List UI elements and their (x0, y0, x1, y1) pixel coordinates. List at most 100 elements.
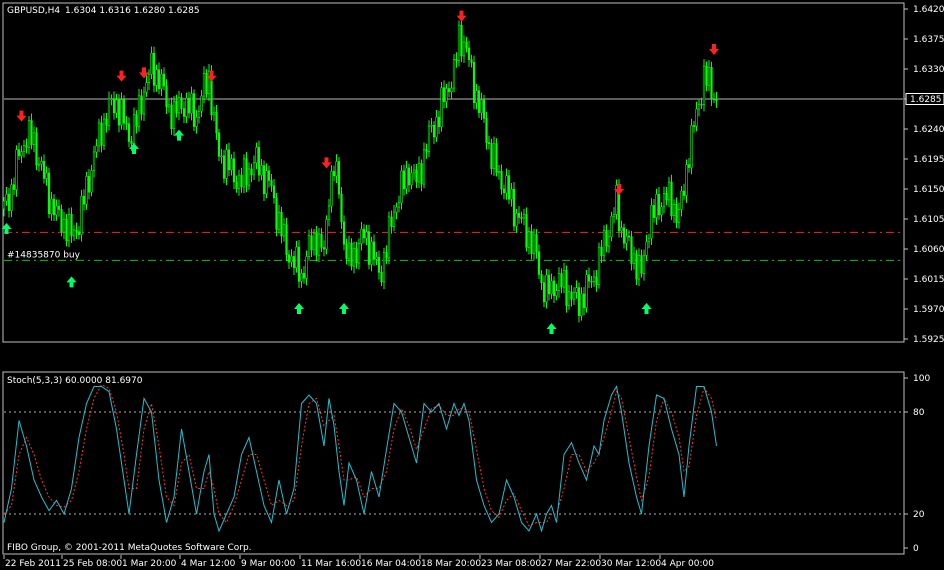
candle-body (527, 231, 531, 248)
candle-body (685, 164, 688, 196)
candle-body (460, 24, 463, 57)
candle-body (275, 197, 278, 230)
candle-body (510, 188, 513, 200)
candle-body (310, 235, 313, 251)
candle-body (320, 233, 323, 248)
candle-body (397, 202, 401, 208)
candle-body (637, 255, 641, 280)
candle-body (437, 116, 441, 128)
candle-body (315, 232, 318, 256)
candle-body (472, 61, 476, 104)
candle-body (710, 67, 713, 100)
candle-body (410, 172, 413, 186)
candle-body (597, 246, 601, 285)
candle-body (377, 256, 381, 273)
candle-body (392, 211, 396, 228)
candle-body (357, 243, 361, 264)
candle-body (150, 52, 153, 75)
candle-body (440, 87, 443, 128)
candle-body (350, 242, 353, 267)
candle-body (537, 251, 541, 275)
candle-body (75, 229, 78, 232)
candle-body (177, 97, 181, 114)
candle-body (125, 122, 128, 125)
candle-body (190, 93, 193, 114)
price-tick-label: 1.5970 (913, 305, 944, 315)
candle-body (155, 69, 158, 86)
candle-body (632, 253, 636, 264)
candle-body (512, 188, 516, 227)
candle-body (630, 236, 633, 264)
candle-body (302, 273, 306, 279)
candle-body (625, 235, 628, 244)
candle-body (37, 163, 41, 166)
ohlc-label: 1.6304 1.6316 1.6280 1.6285 (65, 6, 200, 16)
candle-body (92, 151, 96, 171)
candle-body (577, 287, 581, 316)
candle-body (477, 90, 481, 113)
candle-body (265, 170, 268, 195)
candle-body (435, 116, 438, 138)
candle-body (242, 158, 246, 188)
candle-body (500, 171, 503, 190)
candle-body (570, 291, 573, 300)
candle-body (282, 224, 286, 237)
candle-body (520, 217, 523, 219)
candle-body (15, 149, 18, 190)
chart-background (0, 0, 944, 570)
candle-body (97, 122, 101, 147)
candle-body (580, 293, 583, 316)
candle-body (530, 231, 533, 255)
candle-body (112, 98, 116, 114)
candle-body (47, 172, 51, 215)
candle-body (330, 171, 333, 207)
candle-body (415, 169, 418, 183)
candle-body (515, 212, 518, 227)
candle-body (100, 122, 103, 146)
candle-body (497, 171, 501, 173)
candle-body (175, 100, 178, 114)
symbol-label: GBPUSD,H4 (7, 6, 60, 16)
candle-body (170, 104, 173, 130)
candle-body (160, 73, 163, 89)
candle-body (165, 85, 168, 108)
candle-body (322, 247, 326, 250)
candle-body (607, 236, 611, 247)
candle-body (117, 99, 121, 126)
candle-body (67, 213, 71, 242)
candle-body (547, 274, 551, 295)
candle-body (35, 132, 38, 166)
candle-body (152, 52, 156, 86)
candle-body (332, 171, 336, 177)
candle-body (535, 234, 538, 253)
candle-body (715, 98, 718, 101)
candle-body (555, 290, 558, 297)
trading-chart[interactable]: #14835870 buy 1.6420 1.6375 1.6330 1.6285 1.… (0, 0, 944, 570)
candle-body (267, 170, 271, 181)
candle-body (682, 190, 686, 196)
candle-body (395, 206, 398, 213)
candle-body (450, 87, 453, 93)
candle-body (672, 203, 676, 217)
candle-body (40, 161, 43, 165)
candle-body (222, 155, 226, 179)
candle-body (220, 155, 223, 158)
candle-body (167, 104, 171, 108)
time-tick-label: 22 Feb 2011 (5, 559, 61, 569)
price-tick-label: 1.6195 (913, 155, 944, 165)
candle-body (50, 198, 53, 215)
candle-body (592, 276, 596, 282)
candle-body (325, 219, 328, 250)
candle-body (12, 184, 16, 190)
candle-body (452, 59, 456, 89)
candle-body (645, 241, 648, 256)
candle-body (585, 274, 588, 309)
candle-body (657, 193, 661, 216)
candle-body (162, 73, 166, 87)
candle-body (677, 209, 681, 223)
candle-body (480, 99, 483, 113)
candle-body (575, 287, 578, 293)
candle-body (557, 273, 561, 291)
candle-body (352, 248, 356, 267)
candle-body (665, 193, 668, 201)
